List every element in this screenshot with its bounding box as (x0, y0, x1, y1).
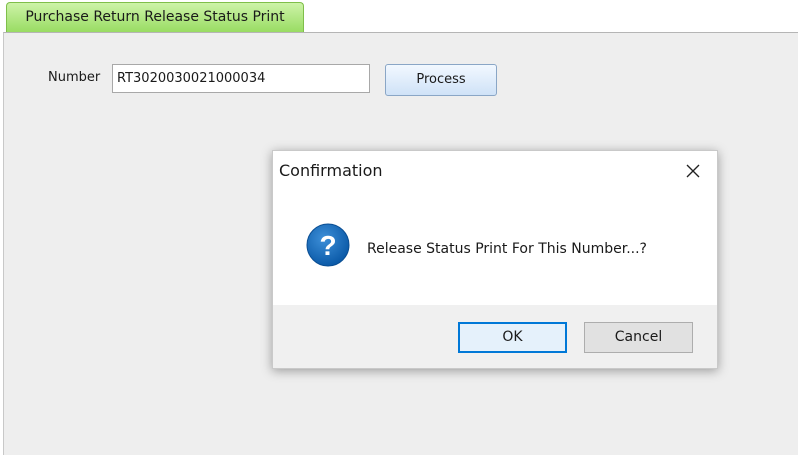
number-input[interactable] (112, 64, 370, 93)
dialog-message: Release Status Print For This Number...? (367, 241, 647, 257)
dialog-title: Confirmation (279, 161, 383, 180)
svg-text:?: ? (319, 230, 336, 261)
close-icon (686, 164, 700, 178)
number-label: Number (48, 70, 101, 85)
tab-purchase-return-release-status-print[interactable]: Purchase Return Release Status Print (6, 2, 304, 32)
dialog-footer: OK Cancel (273, 305, 717, 368)
dialog-body: ? Release Status Print For This Number..… (273, 193, 717, 305)
ok-button[interactable]: OK (458, 322, 567, 353)
app-window: Purchase Return Release Status Print Num… (0, 0, 798, 455)
close-button[interactable] (679, 157, 707, 185)
process-button[interactable]: Process (385, 64, 497, 96)
cancel-button[interactable]: Cancel (584, 322, 693, 353)
confirmation-dialog: Confirmation ? Release Status Print For … (272, 150, 718, 369)
question-icon: ? (306, 223, 350, 267)
